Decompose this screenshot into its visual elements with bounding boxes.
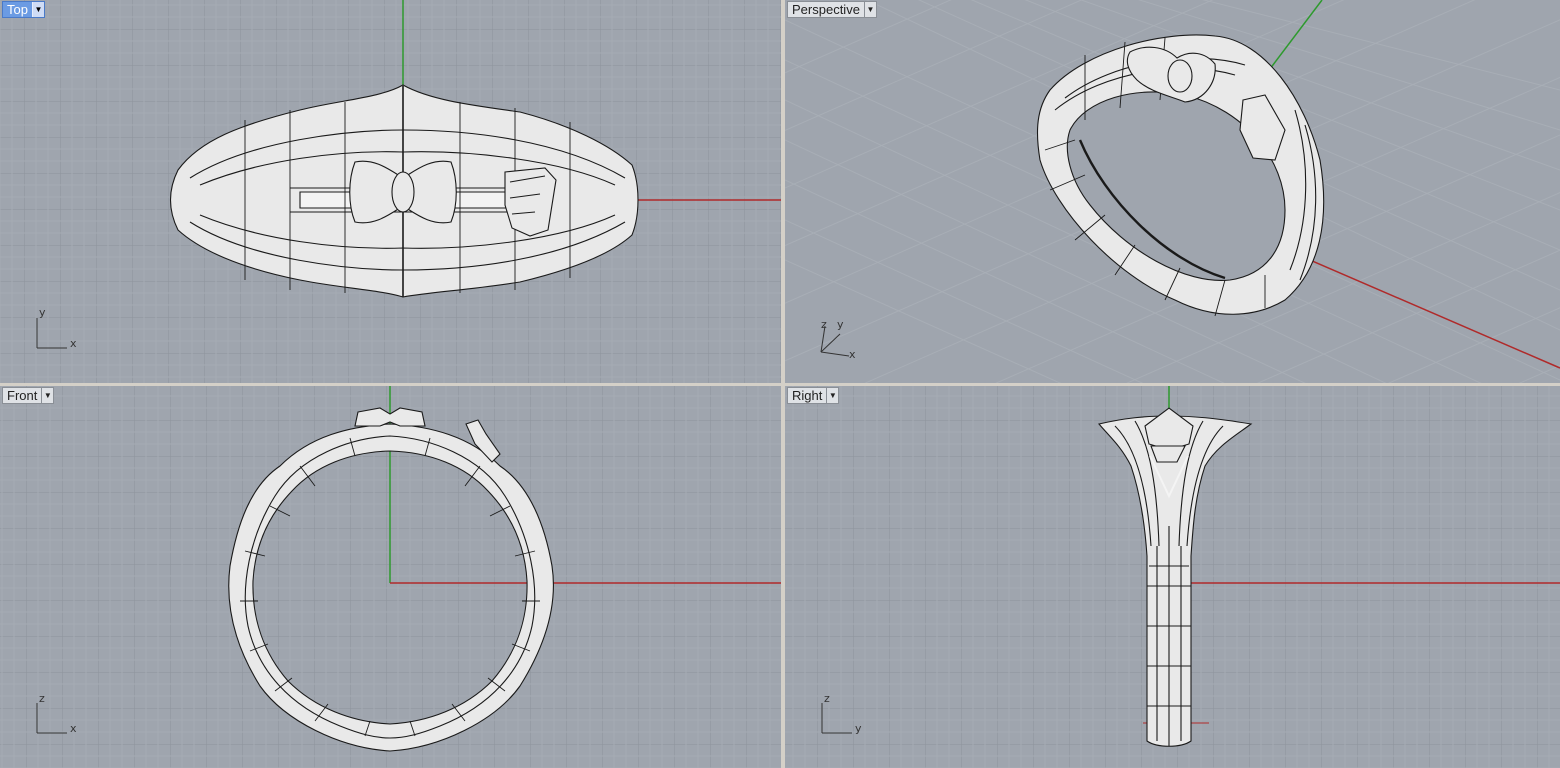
front-viewport-canvas[interactable]: z x [0,386,781,768]
chevron-down-icon[interactable]: ▼ [41,388,53,403]
viewport-title-top: Top [7,2,28,17]
viewport-tab-front[interactable]: Front ▼ [2,387,55,404]
svg-text:z: z [824,692,830,705]
viewport-title-right: Right [792,388,823,403]
viewport-tab-right[interactable]: Right ▼ [787,387,840,404]
right-viewport-canvas[interactable]: z y [785,386,1560,768]
svg-text:x: x [70,337,77,350]
viewport-title-perspective: Perspective [792,2,860,17]
chevron-down-icon[interactable]: ▼ [31,2,44,17]
chevron-down-icon[interactable]: ▼ [826,388,838,403]
viewport-tab-perspective[interactable]: Perspective ▼ [787,1,877,18]
svg-text:z: z [39,692,45,705]
svg-text:x: x [849,348,856,361]
viewport-right[interactable]: z y Right ▼ [785,386,1560,768]
chevron-down-icon[interactable]: ▼ [863,2,876,17]
svg-text:z: z [821,318,827,331]
viewport-front[interactable]: z x Front ▼ [0,386,781,768]
svg-text:y: y [855,722,862,735]
svg-text:y: y [837,318,844,331]
top-viewport-canvas[interactable]: y x [0,0,781,383]
svg-text:y: y [39,306,46,319]
viewport-title-front: Front [7,388,38,403]
viewport-tab-top[interactable]: Top ▼ [2,1,45,18]
perspective-viewport-canvas[interactable]: z y x [785,0,1560,383]
svg-text:x: x [70,722,77,735]
viewport-top[interactable]: y x Top ▼ [0,0,781,383]
viewport-perspective[interactable]: z y x Perspective ▼ [785,0,1560,383]
